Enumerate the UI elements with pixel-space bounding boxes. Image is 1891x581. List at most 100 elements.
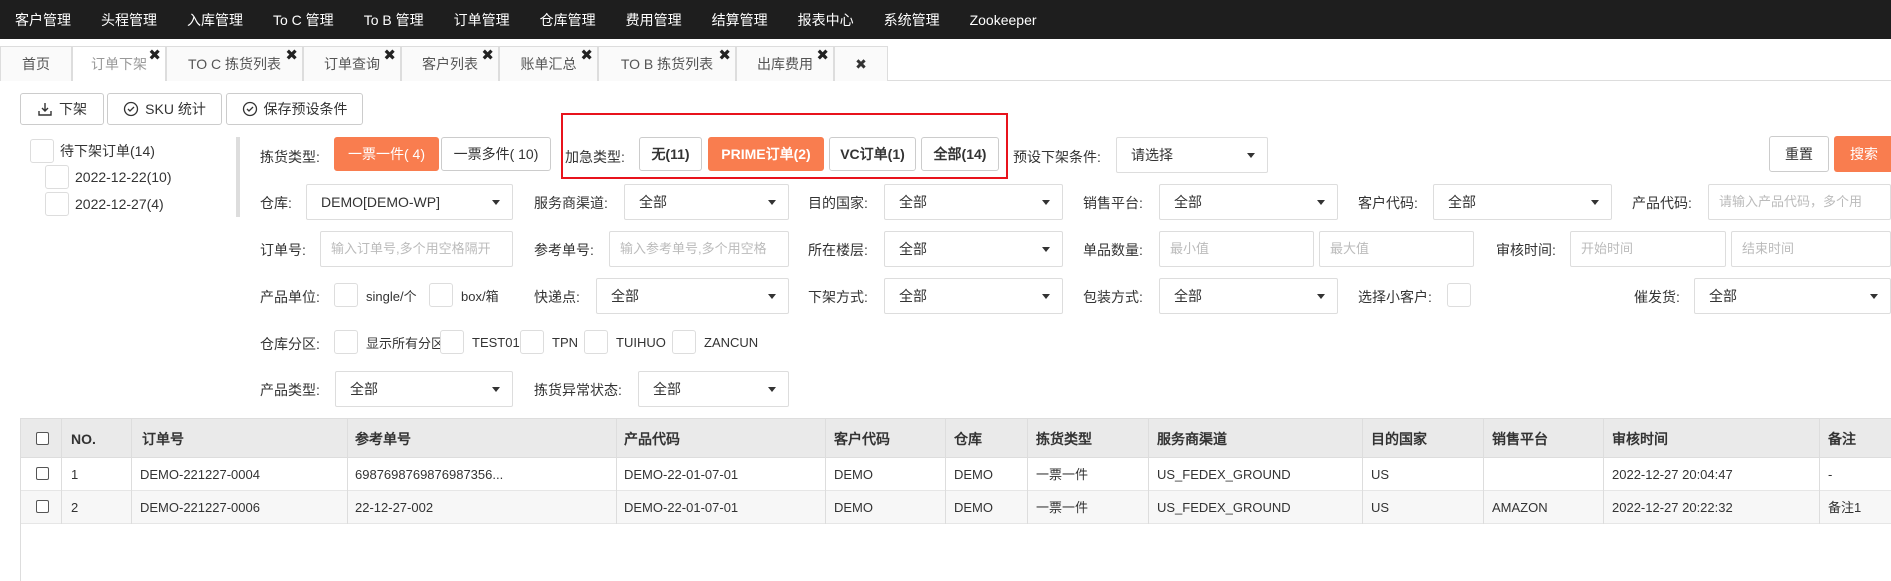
platform-select[interactable]: 全部 [1159,184,1338,220]
column-header[interactable]: 审核时间 [1612,419,1668,459]
zone-checkbox[interactable]: TPN [520,330,578,354]
table-cell: DEMO-22-01-07-01 [624,500,739,515]
tab-customer-list[interactable]: 客户列表 ✖ [401,46,499,81]
checkbox[interactable] [672,330,696,354]
tab-outbound-fees[interactable]: 出库费用 ✖ [736,46,834,81]
table-row[interactable]: 2 DEMO-221227-0006 22-12-27-002 DEMO-22-… [21,491,1891,524]
column-header[interactable]: 客户代码 [834,419,890,459]
select-all-checkbox[interactable] [36,432,49,445]
nav-zookeeper[interactable]: Zookeeper [955,12,1052,28]
customer-code-select[interactable]: 全部 [1433,184,1612,220]
nav-customer[interactable]: 客户管理 [0,10,86,30]
country-select[interactable]: 全部 [884,184,1063,220]
zone-checkbox[interactable]: ZANCUN [672,330,758,354]
channel-select[interactable]: 全部 [624,184,789,220]
close-icon[interactable]: ✖ [718,39,731,73]
pack-select[interactable]: 全部 [1159,278,1338,314]
ref-no-input[interactable]: 输入参考单号,多个用空格 [609,231,789,267]
tree-root[interactable]: 待下架订单(14) [30,139,155,163]
close-icon[interactable]: ✖ [580,39,593,73]
offshelf-mode-select[interactable]: 全部 [884,278,1063,314]
nav-reports[interactable]: 报表中心 [783,10,869,30]
tree-checkbox[interactable] [45,165,69,189]
audit-start-input[interactable]: 开始时间 [1570,231,1726,267]
order-no-input[interactable]: 输入订单号,多个用空格隔开 [320,231,513,267]
product-code-input[interactable]: 请输入产品代码，多个用 [1708,184,1891,220]
nav-inbound[interactable]: 入库管理 [172,10,258,30]
offshelf-button[interactable]: 下架 [20,93,104,125]
checkbox[interactable] [520,330,544,354]
audit-end-input[interactable]: 结束时间 [1731,231,1891,267]
tree-checkbox[interactable] [45,192,69,216]
column-header[interactable]: 产品代码 [624,419,680,459]
row-checkbox[interactable] [36,500,49,513]
checkbox[interactable] [1447,283,1471,307]
tab-home[interactable]: 首页 [0,46,72,81]
checkbox[interactable] [429,283,453,307]
close-all-tabs-button[interactable]: ✖ [834,46,888,81]
column-header[interactable]: 服务商渠道 [1157,419,1227,459]
column-header[interactable]: 拣货类型 [1036,419,1092,459]
zone-all-checkbox[interactable]: 显示所有分区 [334,330,444,354]
tab-order-query[interactable]: 订单查询 ✖ [303,46,401,81]
pick-exception-select[interactable]: 全部 [638,371,789,407]
qty-max-input[interactable]: 最大值 [1319,231,1474,267]
checkbox[interactable] [334,330,358,354]
column-header[interactable]: 仓库 [954,419,982,459]
tab-toc-pick-list[interactable]: TO C 拣货列表 ✖ [166,46,303,81]
pick-multi-button[interactable]: 一票多件( 10) [441,137,551,171]
tab-bill-summary[interactable]: 账单汇总 ✖ [499,46,598,81]
column-header[interactable]: 参考单号 [355,419,411,459]
close-icon[interactable]: ✖ [148,39,161,73]
zone-checkbox[interactable]: TEST01 [440,330,520,354]
close-icon[interactable]: ✖ [816,39,829,73]
nav-system[interactable]: 系统管理 [869,10,955,30]
row-checkbox[interactable] [36,467,49,480]
checkbox[interactable] [440,330,464,354]
column-header[interactable]: 销售平台 [1492,419,1548,459]
warehouse-select[interactable]: DEMO[DEMO-WP] [306,184,513,220]
save-preset-button[interactable]: 保存预设条件 [226,93,363,125]
tree-node[interactable]: 2022-12-27(4) [45,192,164,216]
zone-checkbox[interactable]: TUIHUO [584,330,666,354]
urge-select[interactable]: 全部 [1694,278,1891,314]
pick-single-button[interactable]: 一票一件( 4) [334,137,439,171]
column-header[interactable]: 订单号 [142,419,184,459]
nav-orders[interactable]: 订单管理 [439,10,525,30]
column-header[interactable]: 目的国家 [1371,419,1427,459]
splitter[interactable] [236,137,240,217]
preset-select[interactable]: 请选择 [1116,137,1268,173]
reset-button[interactable]: 重置 [1769,136,1829,172]
nav-warehouse[interactable]: 仓库管理 [525,10,611,30]
column-divider [825,418,826,524]
qty-min-input[interactable]: 最小值 [1159,231,1314,267]
tree-node[interactable]: 2022-12-22(10) [45,165,172,189]
nav-settlement[interactable]: 结算管理 [697,10,783,30]
small-customer-checkbox[interactable] [1447,283,1479,307]
nav-tob[interactable]: To B 管理 [349,10,439,30]
table-cell: DEMO [954,500,993,515]
tab-order-offshelf[interactable]: 订单下架 ✖ [72,46,166,81]
sku-stats-button[interactable]: SKU 统计 [107,93,222,125]
checkbox[interactable] [334,283,358,307]
product-type-select[interactable]: 全部 [335,371,513,407]
column-header[interactable]: 备注 [1828,419,1856,459]
floor-select[interactable]: 全部 [884,231,1063,267]
chevron-down-icon [1042,200,1050,205]
unit-box-checkbox[interactable]: box/箱 [429,283,499,307]
tab-tob-pick-list[interactable]: TO B 拣货列表 ✖ [598,46,736,81]
table-cell: 2022-12-27 20:22:32 [1612,500,1733,515]
close-icon[interactable]: ✖ [481,39,494,73]
nav-headhaul[interactable]: 头程管理 [86,10,172,30]
close-icon[interactable]: ✖ [285,39,298,73]
tree-checkbox[interactable] [30,139,54,163]
nav-fees[interactable]: 费用管理 [611,10,697,30]
search-button[interactable]: 搜索 [1834,136,1891,172]
checkbox[interactable] [584,330,608,354]
unit-single-checkbox[interactable]: single/个 [334,283,417,307]
nav-toc[interactable]: To C 管理 [258,10,349,30]
table-row[interactable]: 1 DEMO-221227-0004 6987698769876987356..… [21,458,1891,491]
close-icon[interactable]: ✖ [383,39,396,73]
column-header[interactable]: NO. [71,419,96,459]
express-select[interactable]: 全部 [596,278,789,314]
